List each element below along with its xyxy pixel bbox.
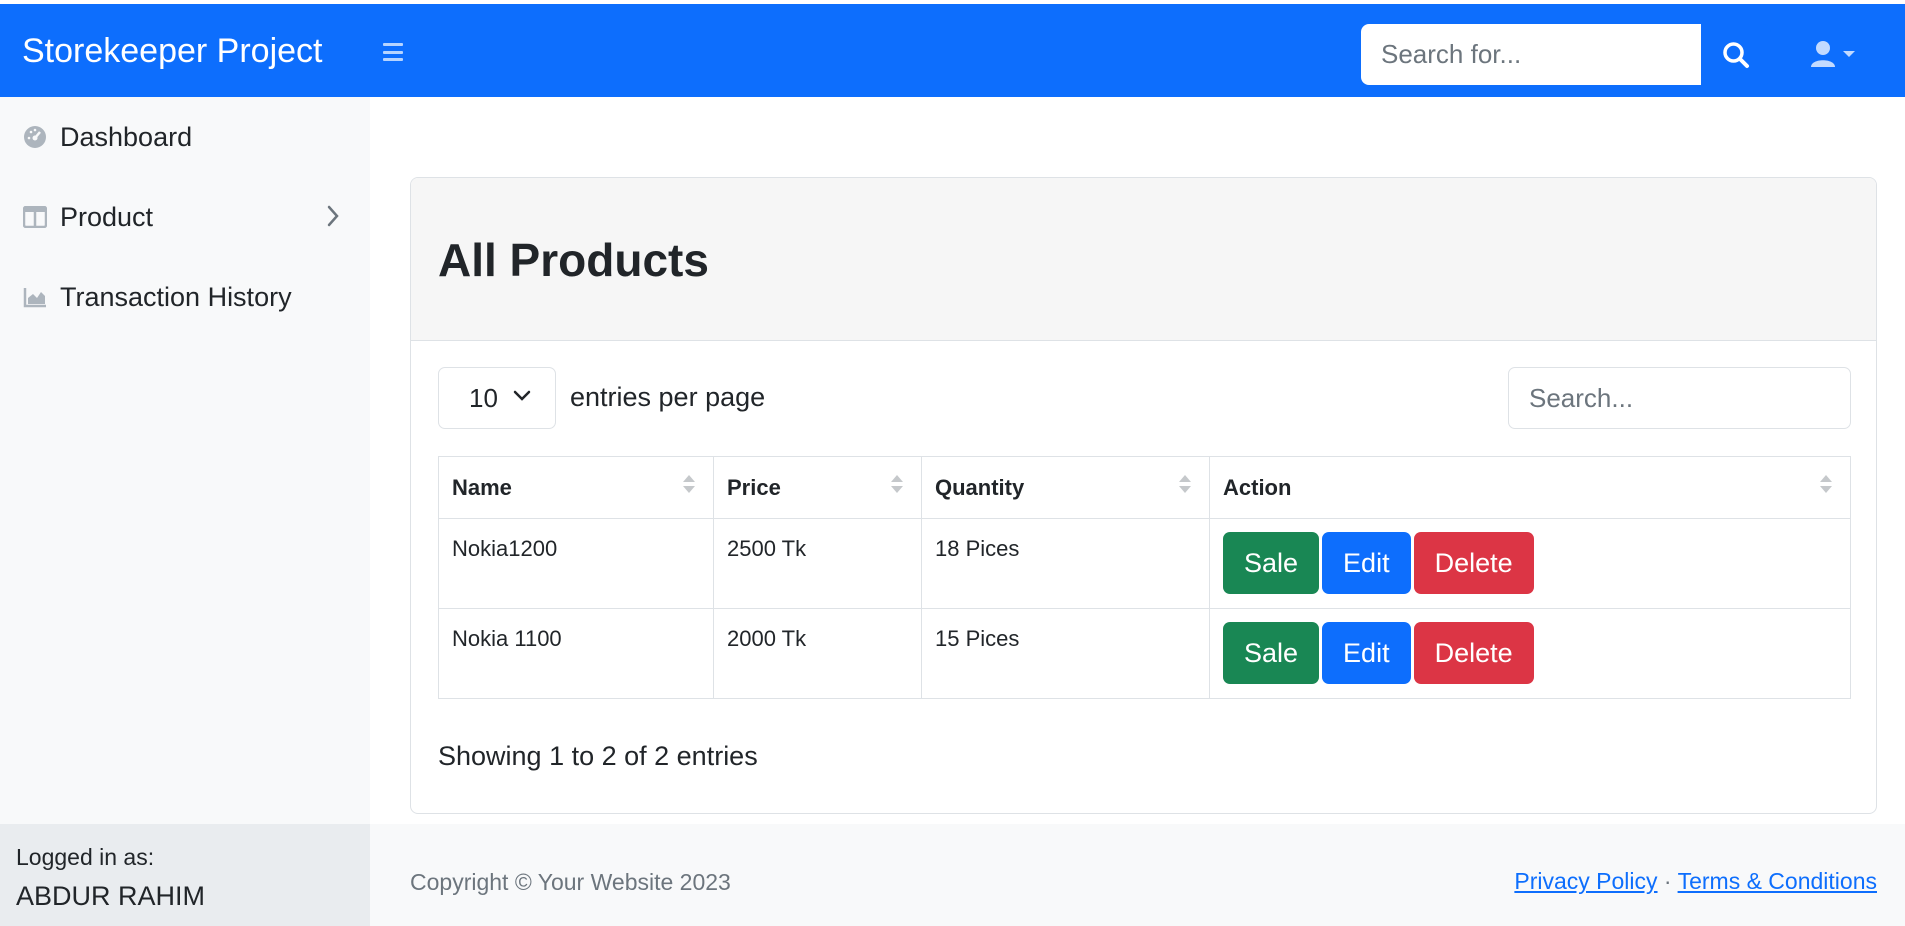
sort-icon [683, 475, 695, 493]
column-header-label: Name [452, 475, 512, 500]
entries-per-page-select[interactable]: 10 [438, 367, 556, 429]
top-navbar: Storekeeper Project [0, 0, 1905, 97]
table-search-input[interactable] [1508, 367, 1851, 429]
sort-icon [1820, 475, 1832, 493]
column-header-action[interactable]: Action [1209, 456, 1851, 519]
sidebar-item-label: Dashboard [60, 121, 193, 152]
card-header: All Products [411, 178, 1876, 341]
footer-separator: · [1663, 868, 1672, 894]
table-info: Showing 1 to 2 of 2 entries [438, 741, 758, 771]
dashboard-icon [22, 124, 48, 150]
delete-button[interactable]: Delete [1413, 532, 1534, 594]
sort-icon [1179, 475, 1191, 493]
copyright-text: Copyright © Your Website 2023 [410, 869, 731, 895]
cell-actions: Sale Edit Delete [1209, 518, 1851, 609]
table-row: Nokia1200 2500 Tk 18 Pices Sale Edit Delet… [438, 518, 1851, 609]
edit-button[interactable]: Edit [1322, 622, 1411, 684]
footer-links: Privacy Policy · Terms & Conditions [1514, 868, 1877, 895]
sale-button[interactable]: Sale [1223, 532, 1320, 594]
sidebar-toggle-icon[interactable] [380, 40, 406, 64]
logged-in-label: Logged in as: [16, 844, 155, 870]
column-header-label: Action [1223, 475, 1292, 500]
sidebar-item-label: Transaction History [60, 281, 292, 312]
chevron-right-icon [327, 205, 339, 227]
search-icon [1723, 41, 1749, 68]
terms-conditions-link[interactable]: Terms & Conditions [1678, 868, 1877, 894]
column-header-name[interactable]: Name [438, 456, 714, 519]
sale-button[interactable]: Sale [1223, 622, 1320, 684]
privacy-policy-link[interactable]: Privacy Policy [1514, 868, 1657, 894]
sidebar-footer: Logged in as: ABDUR RAHIM [0, 824, 370, 926]
user-menu-dropdown[interactable] [1810, 34, 1870, 74]
entries-per-page-value: 10 [469, 382, 498, 413]
column-header-label: Price [727, 475, 781, 500]
table-header-row: Name Price Quantity Action [438, 456, 1851, 519]
products-card: All Products 10 entries per page Name Pr… [410, 177, 1877, 814]
entries-per-page-label: entries per page [570, 382, 766, 412]
cell-price: 2500 Tk [713, 518, 922, 609]
column-header-quantity[interactable]: Quantity [921, 456, 1210, 519]
sidebar-item-dashboard[interactable]: Dashboard [0, 107, 370, 167]
columns-icon [22, 204, 48, 230]
sort-icon [891, 475, 903, 493]
brand-title[interactable]: Storekeeper Project [22, 32, 323, 71]
cell-actions: Sale Edit Delete [1209, 608, 1851, 699]
edit-button[interactable]: Edit [1322, 532, 1411, 594]
navbar-search-input[interactable] [1361, 24, 1701, 85]
cell-name: Nokia 1100 [438, 608, 714, 699]
sidebar: Dashboard Product Transaction History Lo… [0, 97, 370, 926]
products-table: Name Price Quantity Action Nokia1200 250… [438, 456, 1851, 699]
page-footer: Copyright © Your Website 2023 Privacy Po… [370, 824, 1905, 926]
navbar-search-button[interactable] [1701, 24, 1771, 85]
cell-quantity: 18 Pices [921, 518, 1210, 609]
chart-area-icon [22, 284, 48, 310]
chevron-down-icon [513, 390, 531, 401]
user-icon [1811, 41, 1835, 67]
cell-quantity: 15 Pices [921, 608, 1210, 699]
page-title: All Products [438, 234, 709, 286]
column-header-price[interactable]: Price [713, 456, 922, 519]
logged-in-user-name: ABDUR RAHIM [16, 881, 206, 911]
column-header-label: Quantity [935, 475, 1025, 500]
delete-button[interactable]: Delete [1413, 622, 1534, 684]
cell-price: 2000 Tk [713, 608, 922, 699]
sidebar-item-product[interactable]: Product [0, 187, 370, 247]
sidebar-item-transaction-history[interactable]: Transaction History [0, 267, 370, 327]
table-row: Nokia 1100 2000 Tk 15 Pices Sale Edit Dele… [438, 608, 1851, 699]
cell-name: Nokia1200 [438, 518, 714, 609]
caret-down-icon [1843, 51, 1855, 57]
sidebar-item-label: Product [60, 201, 154, 232]
